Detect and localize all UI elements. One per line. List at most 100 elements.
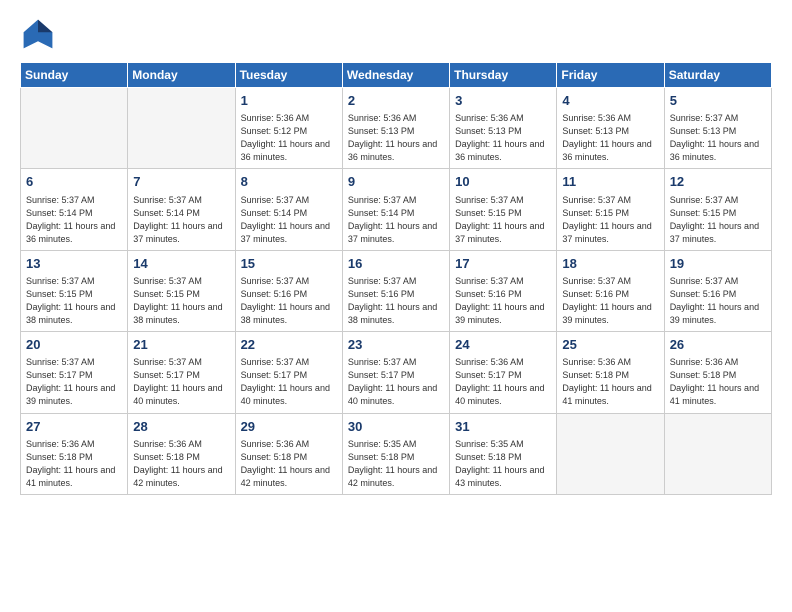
header — [20, 16, 772, 52]
day-info: Sunrise: 5:36 AM Sunset: 5:18 PM Dayligh… — [26, 438, 122, 490]
day-info: Sunrise: 5:37 AM Sunset: 5:16 PM Dayligh… — [348, 275, 444, 327]
calendar-week-row: 27 Sunrise: 5:36 AM Sunset: 5:18 PM Dayli… — [21, 413, 772, 494]
day-number: 26 — [670, 336, 766, 354]
day-info: Sunrise: 5:37 AM Sunset: 5:17 PM Dayligh… — [241, 356, 337, 408]
calendar-cell: 25 Sunrise: 5:36 AM Sunset: 5:18 PM Dayli… — [557, 332, 664, 413]
day-info: Sunrise: 5:36 AM Sunset: 5:18 PM Dayligh… — [670, 356, 766, 408]
day-number: 22 — [241, 336, 337, 354]
day-number: 31 — [455, 418, 551, 436]
day-info: Sunrise: 5:37 AM Sunset: 5:15 PM Dayligh… — [26, 275, 122, 327]
calendar-cell: 5Sunrise: 5:37 AM Sunset: 5:13 PM Daylig… — [664, 88, 771, 169]
day-number: 23 — [348, 336, 444, 354]
calendar-cell: 20 Sunrise: 5:37 AM Sunset: 5:17 PM Dayli… — [21, 332, 128, 413]
calendar-cell: 19Sunrise: 5:37 AM Sunset: 5:16 PM Dayli… — [664, 250, 771, 331]
day-number: 6 — [26, 173, 122, 191]
day-number: 18 — [562, 255, 658, 273]
day-number: 14 — [133, 255, 229, 273]
calendar-cell: 3 Sunrise: 5:36 AM Sunset: 5:13 PM Daylig… — [450, 88, 557, 169]
calendar-cell — [557, 413, 664, 494]
calendar-cell: 23 Sunrise: 5:37 AM Sunset: 5:17 PM Dayli… — [342, 332, 449, 413]
day-number: 2 — [348, 92, 444, 110]
day-info: Sunrise: 5:37 AM Sunset: 5:15 PM Dayligh… — [670, 194, 766, 246]
day-info: Sunrise: 5:36 AM Sunset: 5:13 PM Dayligh… — [562, 112, 658, 164]
calendar-cell: 30Sunrise: 5:35 AM Sunset: 5:18 PM Dayli… — [342, 413, 449, 494]
day-number: 16 — [348, 255, 444, 273]
day-number: 27 — [26, 418, 122, 436]
calendar-cell: 28 Sunrise: 5:36 AM Sunset: 5:18 PM Dayli… — [128, 413, 235, 494]
day-number: 7 — [133, 173, 229, 191]
weekday-header: Monday — [128, 63, 235, 88]
calendar-cell: 15 Sunrise: 5:37 AM Sunset: 5:16 PM Dayli… — [235, 250, 342, 331]
weekday-header: Tuesday — [235, 63, 342, 88]
day-info: Sunrise: 5:36 AM Sunset: 5:13 PM Dayligh… — [348, 112, 444, 164]
day-number: 12 — [670, 173, 766, 191]
day-number: 25 — [562, 336, 658, 354]
day-info: Sunrise: 5:37 AM Sunset: 5:14 PM Dayligh… — [348, 194, 444, 246]
day-info: Sunrise: 5:35 AM Sunset: 5:18 PM Dayligh… — [455, 438, 551, 490]
calendar-week-row: 13 Sunrise: 5:37 AM Sunset: 5:15 PM Dayli… — [21, 250, 772, 331]
calendar-header-row: SundayMondayTuesdayWednesdayThursdayFrid… — [21, 63, 772, 88]
day-info: Sunrise: 5:37 AM Sunset: 5:16 PM Dayligh… — [455, 275, 551, 327]
day-number: 13 — [26, 255, 122, 273]
day-number: 20 — [26, 336, 122, 354]
calendar-cell: 16 Sunrise: 5:37 AM Sunset: 5:16 PM Dayli… — [342, 250, 449, 331]
calendar-cell: 27 Sunrise: 5:36 AM Sunset: 5:18 PM Dayli… — [21, 413, 128, 494]
day-info: Sunrise: 5:37 AM Sunset: 5:17 PM Dayligh… — [133, 356, 229, 408]
day-info: Sunrise: 5:37 AM Sunset: 5:17 PM Dayligh… — [348, 356, 444, 408]
day-info: Sunrise: 5:36 AM Sunset: 5:18 PM Dayligh… — [241, 438, 337, 490]
day-info: Sunrise: 5:37 AM Sunset: 5:15 PM Dayligh… — [133, 275, 229, 327]
calendar-cell: 21Sunrise: 5:37 AM Sunset: 5:17 PM Dayli… — [128, 332, 235, 413]
calendar-cell: 10 Sunrise: 5:37 AM Sunset: 5:15 PM Dayli… — [450, 169, 557, 250]
calendar-cell: 13 Sunrise: 5:37 AM Sunset: 5:15 PM Dayli… — [21, 250, 128, 331]
calendar-cell — [664, 413, 771, 494]
calendar-week-row: 6 Sunrise: 5:37 AM Sunset: 5:14 PM Daylig… — [21, 169, 772, 250]
day-number: 1 — [241, 92, 337, 110]
calendar-cell: 17 Sunrise: 5:37 AM Sunset: 5:16 PM Dayli… — [450, 250, 557, 331]
day-info: Sunrise: 5:36 AM Sunset: 5:17 PM Dayligh… — [455, 356, 551, 408]
page: SundayMondayTuesdayWednesdayThursdayFrid… — [0, 0, 792, 612]
calendar-cell: 2 Sunrise: 5:36 AM Sunset: 5:13 PM Daylig… — [342, 88, 449, 169]
day-info: Sunrise: 5:36 AM Sunset: 5:18 PM Dayligh… — [133, 438, 229, 490]
calendar-cell: 11 Sunrise: 5:37 AM Sunset: 5:15 PM Dayli… — [557, 169, 664, 250]
calendar-cell — [128, 88, 235, 169]
calendar-table: SundayMondayTuesdayWednesdayThursdayFrid… — [20, 62, 772, 495]
day-info: Sunrise: 5:37 AM Sunset: 5:14 PM Dayligh… — [241, 194, 337, 246]
weekday-header: Saturday — [664, 63, 771, 88]
day-number: 9 — [348, 173, 444, 191]
calendar-cell: 7 Sunrise: 5:37 AM Sunset: 5:14 PM Daylig… — [128, 169, 235, 250]
day-info: Sunrise: 5:36 AM Sunset: 5:13 PM Dayligh… — [455, 112, 551, 164]
calendar-cell: 26 Sunrise: 5:36 AM Sunset: 5:18 PM Dayli… — [664, 332, 771, 413]
day-number: 4 — [562, 92, 658, 110]
calendar-cell: 14 Sunrise: 5:37 AM Sunset: 5:15 PM Dayli… — [128, 250, 235, 331]
calendar-week-row: 1 Sunrise: 5:36 AM Sunset: 5:12 PM Daylig… — [21, 88, 772, 169]
calendar-cell: 4 Sunrise: 5:36 AM Sunset: 5:13 PM Daylig… — [557, 88, 664, 169]
day-number: 15 — [241, 255, 337, 273]
day-number: 24 — [455, 336, 551, 354]
day-info: Sunrise: 5:37 AM Sunset: 5:13 PM Dayligh… — [670, 112, 766, 164]
calendar-cell: 24 Sunrise: 5:36 AM Sunset: 5:17 PM Dayli… — [450, 332, 557, 413]
day-info: Sunrise: 5:37 AM Sunset: 5:16 PM Dayligh… — [562, 275, 658, 327]
weekday-header: Wednesday — [342, 63, 449, 88]
calendar-cell: 6Sunrise: 5:37 AM Sunset: 5:14 PM Daylig… — [21, 169, 128, 250]
calendar-cell: 9 Sunrise: 5:37 AM Sunset: 5:14 PM Daylig… — [342, 169, 449, 250]
logo — [20, 16, 62, 52]
day-number: 28 — [133, 418, 229, 436]
calendar-cell: 1 Sunrise: 5:36 AM Sunset: 5:12 PM Daylig… — [235, 88, 342, 169]
day-info: Sunrise: 5:36 AM Sunset: 5:18 PM Dayligh… — [562, 356, 658, 408]
calendar-cell: 8Sunrise: 5:37 AM Sunset: 5:14 PM Daylig… — [235, 169, 342, 250]
calendar-cell: 18 Sunrise: 5:37 AM Sunset: 5:16 PM Dayli… — [557, 250, 664, 331]
day-info: Sunrise: 5:36 AM Sunset: 5:12 PM Dayligh… — [241, 112, 337, 164]
day-number: 30 — [348, 418, 444, 436]
day-info: Sunrise: 5:37 AM Sunset: 5:14 PM Dayligh… — [133, 194, 229, 246]
calendar-cell: 12 Sunrise: 5:37 AM Sunset: 5:15 PM Dayli… — [664, 169, 771, 250]
day-number: 3 — [455, 92, 551, 110]
day-number: 11 — [562, 173, 658, 191]
day-number: 10 — [455, 173, 551, 191]
day-number: 17 — [455, 255, 551, 273]
day-info: Sunrise: 5:37 AM Sunset: 5:17 PM Dayligh… — [26, 356, 122, 408]
day-number: 29 — [241, 418, 337, 436]
day-info: Sunrise: 5:37 AM Sunset: 5:16 PM Dayligh… — [670, 275, 766, 327]
day-info: Sunrise: 5:37 AM Sunset: 5:15 PM Dayligh… — [562, 194, 658, 246]
day-info: Sunrise: 5:37 AM Sunset: 5:15 PM Dayligh… — [455, 194, 551, 246]
day-info: Sunrise: 5:37 AM Sunset: 5:16 PM Dayligh… — [241, 275, 337, 327]
